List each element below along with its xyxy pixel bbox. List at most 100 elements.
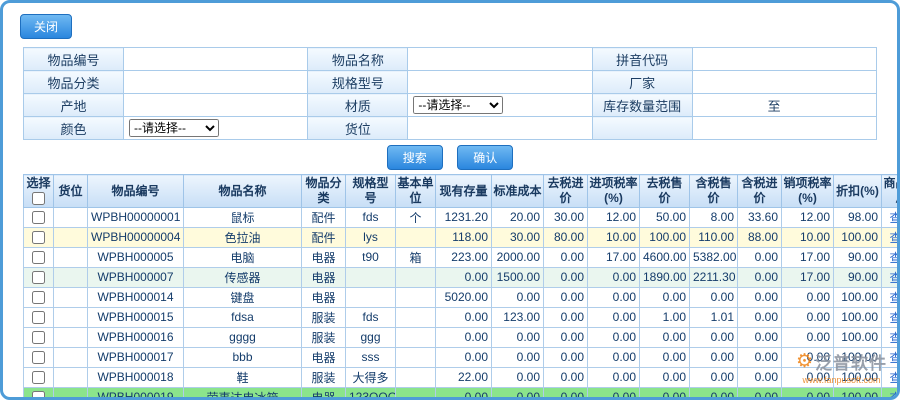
- cell: 服装: [302, 307, 346, 327]
- info-cell: 查看: [882, 307, 898, 327]
- cell: 0.00: [690, 387, 738, 400]
- col-header: 标准成本: [492, 175, 544, 208]
- cell: 大得多: [346, 367, 396, 387]
- item-category-input[interactable]: [127, 74, 301, 90]
- cell: 0.00: [436, 327, 492, 347]
- origin-input[interactable]: [127, 97, 301, 113]
- cell: fds: [346, 307, 396, 327]
- cell: [54, 387, 88, 400]
- view-link[interactable]: 查看: [889, 231, 897, 245]
- cell: 0.00: [782, 387, 834, 400]
- cell: 123.00: [492, 307, 544, 327]
- cell: 0.00: [640, 367, 690, 387]
- table-row: WPBH000014键盘电器5020.000.000.000.000.000.0…: [24, 287, 898, 307]
- row-checkbox[interactable]: [32, 251, 45, 264]
- col-header: 选择: [24, 175, 54, 208]
- col-header: 折扣(%): [834, 175, 882, 208]
- cell: sss: [346, 347, 396, 367]
- view-link[interactable]: 查看: [889, 211, 897, 225]
- results-table-container: 选择货位物品编号物品名称物品分类规格型号基本单位现有存量标准成本去税进价进项税率…: [23, 174, 897, 400]
- select-cell: [24, 307, 54, 327]
- close-button[interactable]: 关闭: [20, 14, 72, 39]
- cell: [396, 227, 436, 247]
- view-link[interactable]: 查看: [889, 371, 897, 385]
- cell: bbb: [184, 347, 302, 367]
- cell: 0.00: [690, 287, 738, 307]
- row-checkbox[interactable]: [32, 371, 45, 384]
- confirm-button[interactable]: 确认: [457, 145, 513, 170]
- pinyin-code-input[interactable]: [696, 51, 870, 67]
- stock-range-to-input[interactable]: [781, 99, 815, 115]
- material-select[interactable]: --请选择--: [413, 96, 503, 114]
- cell: [346, 267, 396, 287]
- row-checkbox[interactable]: [32, 351, 45, 364]
- view-link[interactable]: 查看: [889, 251, 897, 265]
- cell: 0.00: [640, 387, 690, 400]
- cell: [396, 367, 436, 387]
- cell: 1231.20: [436, 207, 492, 227]
- view-link[interactable]: 查看: [889, 351, 897, 365]
- item-name-input[interactable]: [411, 51, 585, 67]
- spec-model-input[interactable]: [411, 74, 585, 90]
- col-header: 含税售价: [690, 175, 738, 208]
- cell: 100.00: [834, 307, 882, 327]
- cell: 20.00: [492, 207, 544, 227]
- cell: 0.00: [588, 367, 640, 387]
- item-code-input[interactable]: [127, 51, 301, 67]
- stock-range-from-input[interactable]: [696, 99, 730, 115]
- cell: 0.00: [544, 327, 588, 347]
- cell: 90.00: [834, 267, 882, 287]
- cell: 0.00: [492, 347, 544, 367]
- view-link[interactable]: 查看: [889, 391, 897, 400]
- stock-range-to-label: 至: [768, 96, 781, 115]
- view-link[interactable]: 查看: [889, 311, 897, 325]
- row-checkbox[interactable]: [32, 211, 45, 224]
- cell: fds: [346, 207, 396, 227]
- cell: 30.00: [544, 207, 588, 227]
- color-select[interactable]: --请选择--: [129, 119, 219, 137]
- item-stock-query-window: 关闭 物品编号 物品名称 拼音代码 物品分类 规格型号 厂家: [0, 0, 900, 400]
- item-name-label: 物品名称: [308, 48, 408, 71]
- cell: 4600.00: [640, 247, 690, 267]
- cell: 22.00: [436, 367, 492, 387]
- cell: 88.00: [738, 227, 782, 247]
- view-link[interactable]: 查看: [889, 331, 897, 345]
- cell: 电器: [302, 387, 346, 400]
- info-cell: 查看: [882, 267, 898, 287]
- row-checkbox[interactable]: [32, 331, 45, 344]
- row-checkbox[interactable]: [32, 231, 45, 244]
- cell: 0.00: [782, 347, 834, 367]
- row-checkbox[interactable]: [32, 291, 45, 304]
- cell: [396, 327, 436, 347]
- col-header: 基本单位: [396, 175, 436, 208]
- view-link[interactable]: 查看: [889, 271, 897, 285]
- search-button[interactable]: 搜索: [387, 145, 443, 170]
- cell: 0.00: [588, 347, 640, 367]
- info-cell: 查看: [882, 367, 898, 387]
- manufacturer-input[interactable]: [696, 74, 870, 90]
- row-checkbox[interactable]: [32, 271, 45, 284]
- info-cell: 查看: [882, 287, 898, 307]
- cell: ggg: [346, 327, 396, 347]
- cell: 0.00: [690, 347, 738, 367]
- select-cell: [24, 207, 54, 227]
- view-link[interactable]: 查看: [889, 291, 897, 305]
- row-checkbox[interactable]: [32, 391, 45, 400]
- search-form-area: 物品编号 物品名称 拼音代码 物品分类 规格型号 厂家 产地 材质: [23, 47, 877, 140]
- location-input[interactable]: [411, 120, 585, 136]
- cell: WPBH00000004: [88, 227, 184, 247]
- cell: 0.00: [436, 347, 492, 367]
- cell: lys: [346, 227, 396, 247]
- cell: [396, 347, 436, 367]
- row-checkbox[interactable]: [32, 311, 45, 324]
- top-toolbar: 关闭: [3, 3, 897, 45]
- cell: 鞋: [184, 367, 302, 387]
- cell: 0.00: [544, 247, 588, 267]
- table-row: WPBH000015fdsa服装fds0.00123.000.000.001.0…: [24, 307, 898, 327]
- cell: 电器: [302, 347, 346, 367]
- table-row: WPBH000019荣事达电冰箱电器123QQQ0.000.000.000.00…: [24, 387, 898, 400]
- select-all-checkbox[interactable]: [32, 192, 45, 205]
- cell: 0.00: [436, 307, 492, 327]
- cell: 110.00: [690, 227, 738, 247]
- cell: 箱: [396, 247, 436, 267]
